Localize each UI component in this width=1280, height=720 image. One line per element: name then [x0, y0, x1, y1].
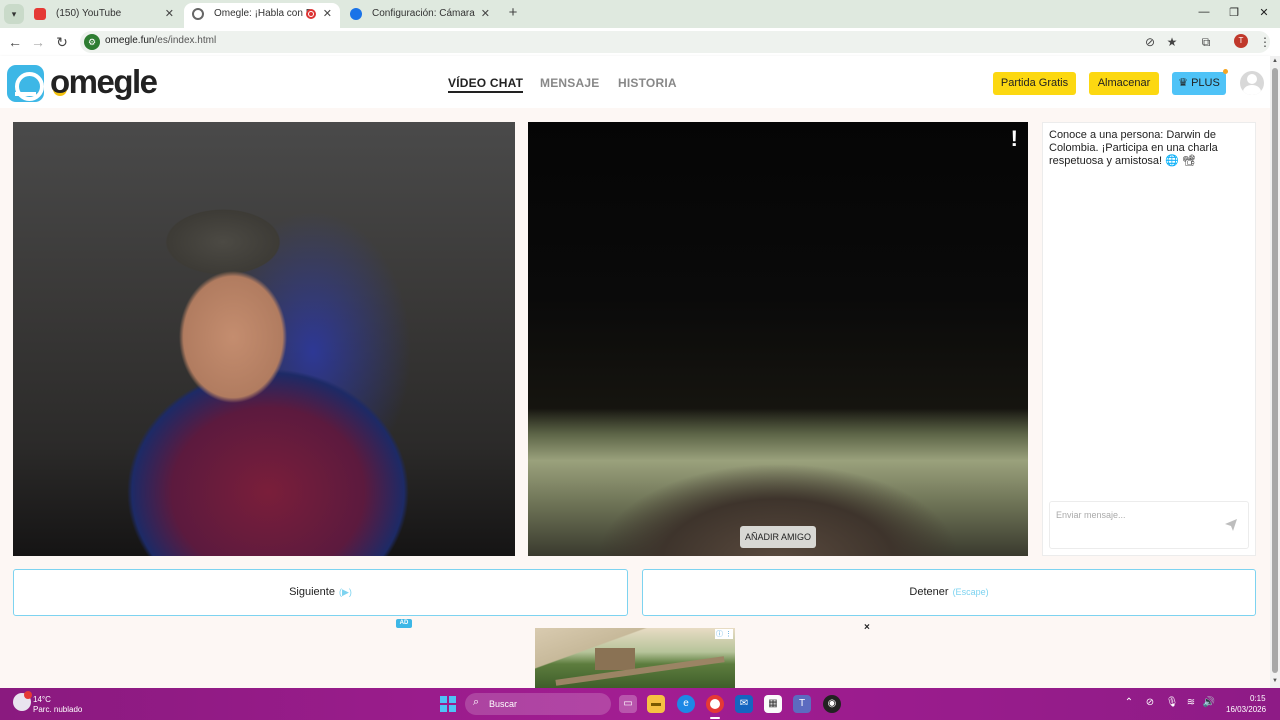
tab-omegle[interactable]: Omegle: ¡Habla con Desconocidos! ✕ [184, 3, 340, 28]
windows-logo-icon [440, 696, 447, 703]
plus-label: PLUS [1191, 77, 1220, 89]
settings-gear-icon [350, 8, 362, 20]
local-video [13, 122, 515, 556]
extensions-icon[interactable]: ⧉ [1198, 35, 1214, 50]
ad-close-button[interactable]: × [864, 622, 870, 633]
store-button[interactable]: Almacenar [1089, 72, 1159, 95]
notification-dot [1223, 69, 1228, 74]
task-view-icon[interactable]: ▭ [619, 695, 637, 713]
tab-youtube[interactable]: (150) YouTube ✕ [26, 3, 182, 28]
browser-tab-strip: ▾ (150) YouTube ✕ Omegle: ¡Habla con Des… [0, 0, 1280, 28]
tab-search-button[interactable]: ▾ [4, 4, 24, 24]
stop-hint: (Escape) [952, 587, 989, 597]
volume-icon[interactable]: 🔊 [1202, 697, 1216, 708]
globe-icon [192, 8, 204, 20]
page-scrollbar[interactable]: ▲ ▼ [1270, 56, 1280, 688]
send-icon[interactable] [1224, 518, 1238, 532]
eye-off-icon[interactable]: ⊘ [1142, 35, 1158, 49]
main-content: ! AÑADIR AMIGO Conoce a una persona: Dar… [0, 108, 1270, 688]
active-app-indicator [710, 717, 720, 719]
close-window-icon[interactable]: ✕ [1256, 6, 1272, 19]
profile-avatar[interactable]: T [1234, 34, 1248, 48]
file-explorer-icon[interactable]: ▬ [647, 695, 665, 713]
report-button[interactable]: ! [1011, 126, 1018, 152]
weather-description[interactable]: Parc. nublado [33, 705, 82, 714]
new-tab-button[interactable]: + [504, 4, 522, 22]
tab-camera-settings[interactable]: Configuración: Cámara ✕ [342, 3, 498, 28]
taskbar-search[interactable]: ⌕ Buscar [465, 693, 611, 715]
address-bar[interactable]: ⚙ omegle.fun/es/index.html ⊘ ★ ⧉ ⋮ [80, 31, 1273, 53]
store-icon[interactable]: ▦ [764, 695, 782, 713]
scroll-thumb[interactable] [1272, 68, 1278, 673]
chat-intro-message: Conoce a una persona: Darwin de Colombia… [1049, 129, 1218, 167]
tab-title: (150) YouTube [56, 8, 122, 19]
address-toolbar: ← → ↻ ⚙ omegle.fun/es/index.html ⊘ ★ ⧉ ⋮… [0, 28, 1280, 56]
scroll-down-icon[interactable]: ▼ [1271, 678, 1279, 684]
nav-message[interactable]: MENSAJE [540, 76, 599, 90]
scroll-up-icon[interactable]: ▲ [1271, 58, 1279, 64]
crown-icon: ♛ [1178, 77, 1192, 89]
recording-icon [306, 9, 316, 19]
close-tab-icon[interactable]: ✕ [481, 3, 490, 25]
logo-text[interactable]: omegle [50, 63, 158, 101]
chat-input-box[interactable] [1049, 501, 1249, 549]
next-hint: (▶) [338, 587, 352, 597]
url-text[interactable]: omegle.fun/es/index.html [105, 35, 216, 46]
ad-info-icon[interactable]: ⓘ ⋮ [715, 629, 733, 639]
wifi-icon[interactable]: ≋ [1184, 697, 1198, 708]
nav-video-chat[interactable]: VÍDEO CHAT [448, 76, 524, 93]
search-icon: ⌕ [473, 696, 480, 708]
menu-kebab-icon[interactable]: ⋮ [1257, 35, 1273, 49]
start-button[interactable] [440, 696, 456, 712]
close-tab-icon[interactable]: ✕ [165, 3, 174, 25]
stop-button[interactable]: Detener (Escape) [642, 569, 1256, 616]
mail-icon[interactable]: ✉ [735, 695, 753, 713]
site-info-icon[interactable]: ⚙ [84, 34, 100, 50]
add-friend-button[interactable]: AÑADIR AMIGO [740, 526, 816, 548]
teams-icon[interactable]: T [793, 695, 811, 713]
next-button[interactable]: Siguiente (▶) [13, 569, 628, 616]
windows-taskbar: 14°C Parc. nublado ⌕ Buscar ▭ ▬ e ✉ ▦ T … [0, 688, 1280, 720]
restore-icon[interactable]: ❐ [1226, 6, 1242, 19]
message-input[interactable] [1056, 510, 1216, 520]
forward-icon[interactable]: → [29, 33, 47, 51]
reload-icon[interactable]: ↻ [53, 33, 71, 51]
microphone-icon[interactable]: 🎙 [1165, 697, 1179, 708]
chrome-browser-icon[interactable] [706, 695, 724, 713]
tab-title: Configuración: Cámara [372, 8, 475, 19]
youtube-icon [34, 8, 46, 20]
weather-icon[interactable] [13, 691, 32, 711]
clock-date[interactable]: 16/03/2026 [1226, 705, 1266, 714]
network-off-icon[interactable]: ⊘ [1143, 697, 1157, 708]
ad-banner-image[interactable] [535, 628, 735, 688]
site-header: omegle VÍDEO CHAT MENSAJE HISTORIA Parti… [0, 56, 1270, 108]
weather-temp[interactable]: 14°C [33, 695, 51, 704]
tray-chevron-icon[interactable]: ⌃ [1122, 697, 1136, 708]
next-label: Siguiente [289, 586, 335, 598]
omegle-logo-icon[interactable] [7, 65, 44, 102]
obs-icon[interactable]: ◉ [823, 695, 841, 713]
tab-title: Omegle: ¡Habla con Desconocidos! [214, 8, 310, 19]
edge-browser-icon[interactable]: e [677, 695, 695, 713]
free-game-button[interactable]: Partida Gratis [993, 72, 1076, 95]
nav-history[interactable]: HISTORIA [618, 76, 677, 90]
chat-panel: Conoce a una persona: Darwin de Colombia… [1042, 122, 1256, 556]
minimize-icon[interactable]: — [1196, 6, 1212, 18]
bookmark-star-icon[interactable]: ★ [1164, 35, 1180, 49]
clock-time[interactable]: 0:15 [1250, 694, 1266, 703]
plus-button[interactable]: ♛ PLUS [1172, 72, 1226, 95]
search-label: Buscar [489, 699, 518, 709]
ad-tag: AD [396, 619, 412, 628]
stop-label: Detener [909, 586, 949, 598]
user-avatar-icon[interactable] [1240, 71, 1264, 95]
close-tab-icon[interactable]: ✕ [323, 3, 332, 25]
remote-video: ! AÑADIR AMIGO [528, 122, 1028, 556]
back-icon[interactable]: ← [6, 33, 24, 51]
